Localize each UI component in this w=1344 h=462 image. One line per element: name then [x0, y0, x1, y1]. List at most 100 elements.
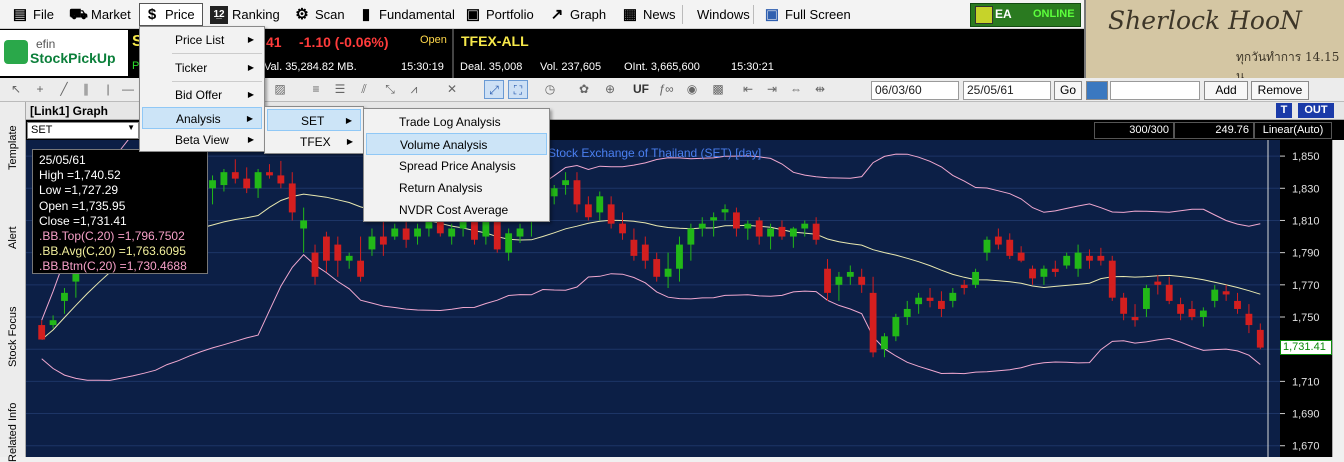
- clock-icon[interactable]: ◷: [540, 80, 560, 99]
- ea-label: EA: [995, 7, 1012, 21]
- trend-tool-icon[interactable]: ⤡: [380, 80, 400, 99]
- menu-ranking[interactable]: 1̲2 Ranking: [207, 3, 283, 26]
- candle-body: [277, 175, 285, 184]
- menu-fundamental[interactable]: ▮ Fundamental: [354, 3, 458, 26]
- dollar-icon: $: [147, 5, 157, 23]
- symbol-input[interactable]: SET ▼: [27, 122, 139, 139]
- menu-graph[interactable]: ↗ Graph: [545, 3, 609, 26]
- candle-body: [835, 276, 843, 285]
- image-icon[interactable]: ▩: [708, 80, 728, 99]
- candle-body: [892, 317, 900, 337]
- candle-body: [1143, 288, 1150, 309]
- menu-item-tfex[interactable]: TFEX ▶: [267, 131, 361, 153]
- menu-item-ticker[interactable]: Ticker ▶: [142, 57, 262, 79]
- menu-file[interactable]: ▤ File: [8, 3, 57, 26]
- tfex-label: TFEX: [300, 135, 331, 149]
- menu-separator: [753, 5, 754, 24]
- wave-tool-icon[interactable]: ⩘: [404, 80, 424, 99]
- price-chart[interactable]: e Stock Exchange of Thailand (SET) [day]: [26, 140, 1344, 457]
- candle-body: [38, 325, 46, 340]
- t-button[interactable]: T: [1276, 103, 1292, 118]
- y-tick-label: 1,830: [1292, 183, 1320, 195]
- speaker-icon[interactable]: ◉: [682, 80, 702, 99]
- set-analysis-submenu: Trade Log Analysis Volume Analysis Sprea…: [363, 108, 550, 222]
- scale-mode[interactable]: Linear(Auto): [1254, 122, 1332, 139]
- date-to-field[interactable]: 25/05/61: [963, 81, 1051, 100]
- add-button[interactable]: Add: [1204, 81, 1248, 100]
- menu-scan[interactable]: ⚙ Scan: [290, 3, 348, 26]
- tab-alert[interactable]: Alert: [2, 210, 24, 266]
- zoom-in-icon[interactable]: ⤢: [484, 80, 504, 99]
- menu-portfolio[interactable]: ▣ Portfolio: [461, 3, 537, 26]
- info-close: Close =1,731.41: [39, 213, 127, 228]
- menu-fullscreen[interactable]: ▣ Full Screen: [760, 3, 854, 26]
- info-open: Open =1,735.95: [39, 198, 126, 213]
- formula-icon[interactable]: ƒ∞: [656, 80, 676, 99]
- scroll-right-icon[interactable]: ⇥: [762, 80, 782, 99]
- y-tick-label: 1,750: [1292, 312, 1320, 324]
- candle-body: [1211, 289, 1219, 301]
- remove-button[interactable]: Remove: [1251, 81, 1309, 100]
- out-button[interactable]: OUT: [1298, 103, 1334, 118]
- candle-body: [311, 252, 319, 277]
- fibonacci-tool-icon[interactable]: ⫽: [354, 80, 374, 99]
- tfex-time: 15:30:21: [731, 61, 774, 73]
- price-menu: Price List ▶ Ticker ▶ Bid Offer ▶ Analysis ▶…: [139, 26, 265, 152]
- shrink-icon[interactable]: ⇹: [810, 80, 830, 99]
- vertical-scrollbar[interactable]: [1332, 140, 1344, 457]
- candle-body: [1063, 255, 1071, 266]
- menu-item-nvdr-cost-average[interactable]: NVDR Cost Average: [366, 199, 547, 221]
- uf-button[interactable]: UF: [630, 80, 652, 99]
- parallel-line-tool-icon[interactable]: ∥: [76, 80, 96, 99]
- tab-related-info[interactable]: Related Info: [2, 402, 24, 462]
- scroll-left-icon[interactable]: ⇤: [738, 80, 758, 99]
- candle-body: [61, 292, 68, 301]
- banner-title: Sherlock HooN: [1108, 6, 1302, 35]
- menu-item-price-list[interactable]: Price List ▶: [142, 29, 262, 51]
- tab-template[interactable]: Template: [2, 108, 24, 188]
- menu-windows[interactable]: Windows: [694, 3, 753, 26]
- pointer-tool-icon[interactable]: ↖: [6, 80, 26, 99]
- menu-price[interactable]: $ Price: [139, 3, 203, 26]
- line-tool-icon[interactable]: ╱: [54, 80, 74, 99]
- color-picker-button[interactable]: [1086, 81, 1108, 100]
- crosshair-tool-icon[interactable]: +: [30, 80, 50, 99]
- expand-icon[interactable]: ⇔: [786, 80, 806, 99]
- tab-stock-focus[interactable]: Stock Focus: [2, 292, 24, 382]
- menu-item-set[interactable]: SET ▶: [267, 109, 361, 131]
- menu-news[interactable]: ▦ News: [618, 3, 679, 26]
- info-bb-bottom: .BB.Btm(C,20) =1,730.4688: [39, 259, 187, 274]
- candle-body: [789, 228, 797, 237]
- fill-tool-icon[interactable]: ▨: [270, 80, 290, 99]
- line-style-icon[interactable]: ≡: [306, 80, 326, 99]
- delete-drawing-icon[interactable]: ✕: [442, 80, 462, 99]
- date-from-field[interactable]: 06/03/60: [871, 81, 959, 100]
- horizontal-line-tool-icon[interactable]: —: [118, 80, 138, 99]
- last-value-box: 249.76: [1174, 122, 1254, 139]
- menu-item-spread-price-analysis[interactable]: Spread Price Analysis: [366, 155, 547, 177]
- menu-market[interactable]: ⛟ Market: [66, 3, 134, 26]
- menu-item-volume-analysis[interactable]: Volume Analysis: [366, 133, 547, 155]
- go-button[interactable]: Go: [1054, 81, 1082, 100]
- candle-body: [402, 228, 410, 240]
- magnet-icon[interactable]: ⊕: [600, 80, 620, 99]
- candle-body: [1245, 313, 1253, 326]
- candle-body: [949, 292, 957, 301]
- candle-body: [1165, 284, 1173, 301]
- menu-item-bid-offer[interactable]: Bid Offer ▶: [142, 84, 262, 106]
- menu-item-beta-view[interactable]: Beta View ▶: [142, 129, 262, 151]
- candle-body: [938, 300, 945, 309]
- menu-item-trade-log-analysis[interactable]: Trade Log Analysis: [366, 111, 547, 133]
- menu-item-return-analysis[interactable]: Return Analysis: [366, 177, 547, 199]
- menu-item-analysis[interactable]: Analysis ▶: [142, 107, 262, 129]
- zoom-out-icon[interactable]: ⛶: [508, 80, 528, 99]
- menu-separator: [172, 81, 262, 82]
- candle-body: [778, 226, 786, 237]
- candle-body: [1040, 268, 1048, 277]
- indicator-select[interactable]: [1110, 81, 1200, 100]
- line-width-icon[interactable]: ☰: [330, 80, 350, 99]
- vertical-line-tool-icon[interactable]: |: [98, 80, 118, 99]
- tab-stock-focus-label: Stock Focus: [7, 306, 19, 368]
- palette-icon[interactable]: ✿: [574, 80, 594, 99]
- y-tick-label: 1,770: [1292, 280, 1320, 292]
